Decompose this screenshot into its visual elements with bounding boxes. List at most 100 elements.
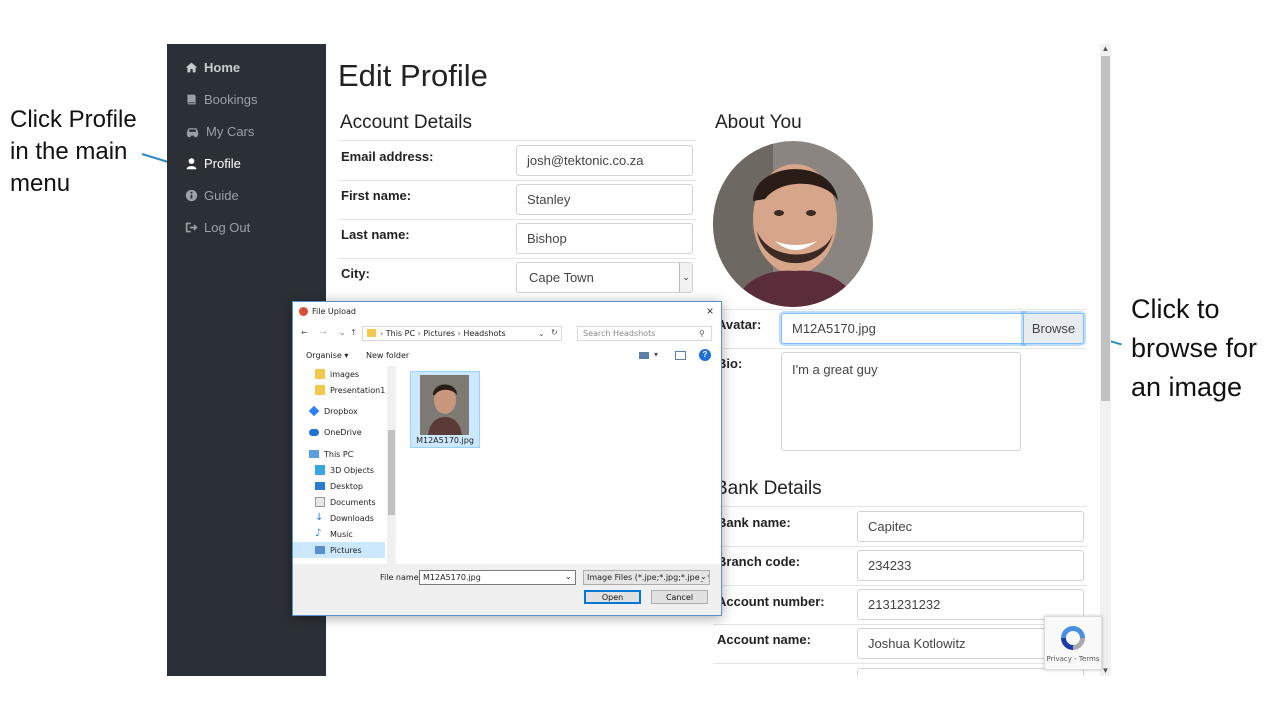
breadcrumb-headshots[interactable]: Headshots — [463, 329, 505, 338]
search-input[interactable]: Search Headshots — [583, 329, 655, 338]
first-name-field[interactable]: Stanley — [516, 184, 693, 215]
recaptcha-links[interactable]: Privacy - Terms — [1045, 655, 1101, 663]
divider — [338, 219, 696, 220]
scrollbar-thumb[interactable] — [1101, 56, 1110, 401]
sidebar-item-label: Home — [204, 59, 241, 75]
tree-item-label: Pictures — [330, 545, 362, 555]
callout-browse-instruction: Click to browse for an image — [1131, 294, 1258, 402]
search-icon: ⚲ — [699, 329, 705, 338]
sidebar-item-label: Log Out — [204, 219, 251, 235]
address-bar[interactable]: › This PC › Pictures › Headshots ⌄ ↻ — [362, 326, 562, 341]
sidebar-item-label: Guide — [204, 187, 239, 203]
email-label: Email address: — [341, 149, 434, 164]
browse-button[interactable]: Browse — [1023, 313, 1084, 344]
tree-item-label: Dropbox — [324, 406, 358, 416]
view-options-icon[interactable] — [639, 352, 649, 359]
bank-name-field[interactable]: Capitec — [857, 511, 1084, 542]
divider — [713, 663, 1087, 664]
chevron-down-icon[interactable]: ▾ — [654, 350, 658, 359]
preview-pane-icon[interactable] — [675, 351, 686, 360]
sidebar-item-logout[interactable]: Log Out — [185, 216, 250, 238]
bio-textarea[interactable]: I'm a great guy — [781, 352, 1021, 451]
breadcrumb-this-pc[interactable]: This PC — [386, 329, 415, 338]
tree-item-images[interactable]: images — [315, 366, 397, 382]
document-icon — [315, 497, 325, 507]
avatar-file-input[interactable]: M12A5170.jpg — [781, 313, 1024, 344]
divider — [713, 546, 1087, 547]
chevron-down-icon[interactable]: ⌄ — [538, 329, 545, 338]
chevron-down-icon: ⌄ — [700, 572, 707, 581]
search-box[interactable]: Search Headshots ⚲ — [577, 326, 712, 341]
user-icon — [185, 157, 198, 170]
file-name-input[interactable]: M12A5170.jpg ⌄ — [419, 570, 576, 585]
divider — [713, 624, 1087, 625]
open-button[interactable]: Open — [584, 590, 641, 604]
sidebar-item-profile[interactable]: Profile — [185, 152, 241, 174]
tree-item-label: 3D Objects — [330, 465, 375, 475]
sidebar-item-home[interactable]: Home — [185, 56, 240, 78]
tree-item-downloads[interactable]: ↓ Downloads — [315, 510, 397, 526]
tree-item-label: Music — [330, 529, 353, 539]
refresh-icon[interactable]: ↻ — [551, 328, 558, 337]
branch-code-field[interactable]: 234233 — [857, 550, 1084, 581]
city-select[interactable]: Cape Town ⌄ — [516, 262, 693, 293]
last-name-field[interactable]: Bishop — [516, 223, 693, 254]
divider — [713, 309, 1087, 310]
tree-item-music[interactable]: ♪ Music — [315, 526, 397, 542]
scroll-up-icon[interactable]: ▲ — [1101, 44, 1110, 54]
new-folder-button[interactable]: New folder — [366, 351, 409, 360]
breadcrumb-pictures[interactable]: Pictures — [423, 329, 455, 338]
divider — [338, 140, 696, 141]
tree-item-dropbox[interactable]: Dropbox — [308, 403, 397, 419]
tree-item-3d-objects[interactable]: 3D Objects — [315, 462, 397, 478]
file-name-label: File name: — [380, 573, 422, 582]
help-icon[interactable]: ? — [699, 349, 711, 361]
scroll-down-icon[interactable]: ▼ — [1101, 666, 1110, 676]
download-icon: ↓ — [315, 512, 324, 523]
chevron-down-icon: ⌄ — [565, 572, 572, 581]
account-number-label: Account number: — [717, 594, 825, 609]
tree-item-desktop[interactable]: Desktop — [315, 478, 397, 494]
file-name-value: M12A5170.jpg — [423, 573, 481, 582]
tree-item-label: Presentation1 — [330, 385, 386, 395]
tree-item-this-pc[interactable]: This PC — [309, 446, 397, 462]
account-name-label: Account name: — [717, 632, 811, 647]
forward-icon[interactable]: → — [320, 328, 327, 337]
file-item-label: M12A5170.jpg — [416, 436, 474, 445]
tree-item-presentation1[interactable]: Presentation1 — [315, 382, 397, 398]
file-item[interactable]: M12A5170.jpg — [410, 371, 480, 448]
close-icon[interactable]: × — [703, 304, 717, 318]
sidebar-item-bookings[interactable]: Bookings — [185, 88, 257, 110]
dialog-title: File Upload — [312, 307, 356, 316]
browser-icon — [299, 307, 308, 316]
recaptcha-badge[interactable]: Privacy - Terms — [1044, 616, 1102, 670]
city-select-value: Cape Town — [529, 270, 594, 285]
first-name-label: First name: — [341, 188, 412, 203]
tree-item-documents[interactable]: Documents — [315, 494, 397, 510]
tree-item-onedrive[interactable]: OneDrive — [309, 424, 397, 440]
tree-item-label: Documents — [330, 497, 376, 507]
email-field[interactable]: josh@tektonic.co.za — [516, 145, 693, 176]
organise-menu[interactable]: Organise ▾ — [306, 351, 348, 360]
sidebar-item-my-cars[interactable]: My Cars — [185, 120, 254, 142]
up-icon[interactable]: ↑ — [350, 328, 357, 337]
history-chevron-icon[interactable]: ⌄ — [339, 328, 346, 337]
about-you-heading: About You — [715, 112, 802, 133]
file-type-value: Image Files (*.jpe;*.jpg;*.jpeg;*. — [587, 573, 710, 582]
bank-details-heading: Bank Details — [715, 478, 822, 499]
avatar — [713, 141, 873, 307]
sidebar-item-label: Bookings — [204, 91, 258, 107]
sidebar-item-guide[interactable]: Guide — [185, 184, 239, 206]
divider — [338, 180, 696, 181]
file-type-select[interactable]: Image Files (*.jpe;*.jpg;*.jpeg;*. ⌄ — [583, 570, 710, 585]
computer-icon — [309, 450, 319, 458]
cancel-button[interactable]: Cancel — [651, 590, 708, 604]
tree-scrollbar-thumb[interactable] — [388, 430, 395, 515]
organise-label: Organise — [306, 351, 342, 360]
navigation-pane: images Presentation1 Dropbox OneDrive Th… — [293, 366, 397, 564]
info-icon — [185, 189, 198, 202]
sidebar-item-label: My Cars — [206, 123, 255, 139]
divider — [713, 348, 1087, 349]
back-icon[interactable]: ← — [301, 328, 308, 337]
tree-item-pictures[interactable]: Pictures — [293, 542, 385, 558]
